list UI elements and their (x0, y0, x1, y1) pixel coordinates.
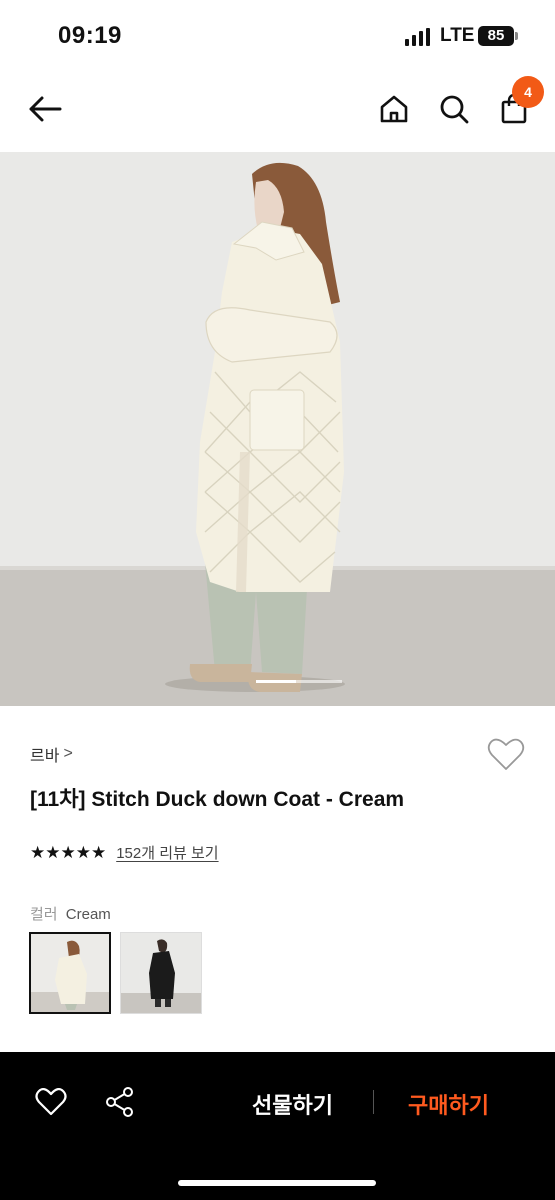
product-title: [11차] Stitch Duck down Coat - Cream (30, 788, 405, 811)
product-image[interactable] (0, 152, 555, 706)
search-button[interactable] (434, 89, 474, 129)
color-swatch-cream[interactable] (29, 932, 111, 1014)
brand-link[interactable]: 르바 > (30, 742, 73, 766)
home-icon (380, 95, 408, 123)
buy-button[interactable]: 구매하기 (408, 1088, 489, 1120)
brand-name: 르바 (30, 748, 60, 765)
status-bar: 09:19 LTE 85 (0, 0, 555, 70)
share-button[interactable] (100, 1082, 140, 1122)
color-label-key: 컬러 (30, 906, 58, 923)
swatch-black-thumbnail (121, 933, 201, 1013)
status-time: 09:19 (58, 22, 122, 49)
cellular-signal-icon (405, 28, 430, 46)
bottom-action-bar: 선물하기 구매하기 (0, 1052, 555, 1200)
reviews-link[interactable]: 152개 리뷰 보기 (116, 842, 218, 863)
search-icon (440, 95, 469, 124)
product-photo (0, 152, 555, 706)
share-icon (106, 1087, 133, 1117)
home-indicator (178, 1180, 376, 1186)
back-button[interactable] (25, 89, 65, 129)
rating-stars: ★★★★★ (30, 842, 107, 862)
wishlist-button[interactable] (486, 735, 526, 773)
chevron-right-icon: > (63, 745, 73, 762)
heart-icon (35, 1087, 67, 1116)
swatch-cream-thumbnail (31, 934, 109, 1012)
nav-bar: 4 (0, 70, 555, 152)
color-label-value: Cream (65, 906, 111, 923)
gift-button[interactable]: 선물하기 (252, 1088, 333, 1120)
battery-indicator: 85 (478, 26, 514, 46)
color-selector-label: 컬러 Cream (30, 903, 111, 924)
battery-nub (515, 32, 518, 40)
rating-row: ★★★★★ 152개 리뷰 보기 (30, 842, 219, 863)
home-button[interactable] (374, 89, 414, 129)
arrow-left-icon (29, 96, 62, 122)
action-divider (373, 1090, 374, 1114)
carousel-indicator-active (256, 680, 296, 683)
bottom-wishlist-button[interactable] (31, 1082, 71, 1122)
cart-count-badge: 4 (512, 76, 544, 108)
network-type: LTE (440, 25, 475, 46)
heart-outline-icon (487, 738, 525, 770)
color-swatch-black[interactable] (120, 932, 202, 1014)
